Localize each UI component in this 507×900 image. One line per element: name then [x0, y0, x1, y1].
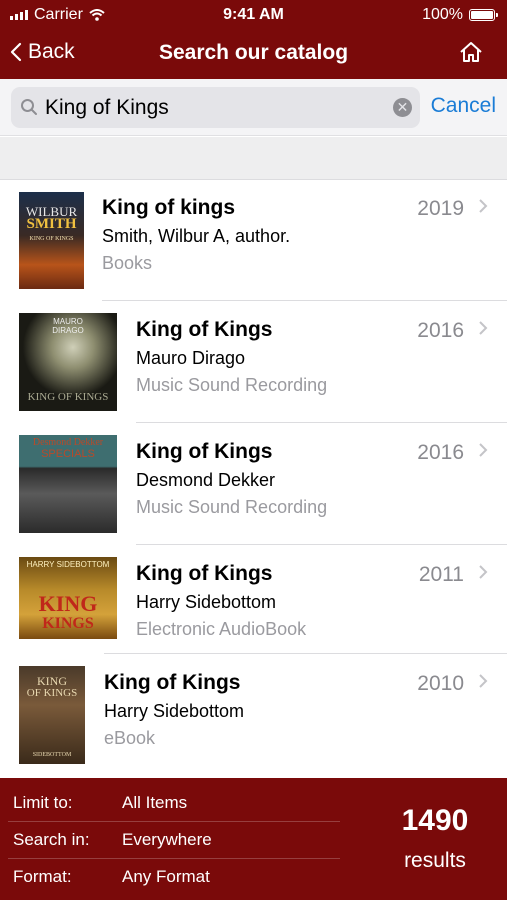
result-author: Mauro Dirago — [136, 348, 246, 368]
result-year: 2016 — [417, 319, 464, 342]
status-bar: Carrier 9:41 AM 100% — [0, 0, 507, 30]
book-cover: WILBUR SMITH KING OF KINGS — [19, 192, 84, 289]
result-title: King of kings — [102, 196, 235, 219]
navigation-bar: Back Search our catalog — [0, 30, 507, 79]
cover-text: HARRY SIDEBOTTOM — [26, 560, 110, 569]
ebook-cover: KING OF KINGS SIDEBOTTOM — [19, 666, 85, 764]
page-title: Search our catalog — [158, 41, 349, 64]
result-year: 2010 — [417, 672, 464, 695]
album-cover: Desmond Dekker SPECIALS — [19, 435, 117, 533]
chevron-right-icon — [479, 199, 488, 213]
filter-label: Search in: — [13, 830, 90, 849]
result-title: King of Kings — [136, 440, 273, 463]
cover-text: SMITH — [26, 216, 77, 232]
battery-icon — [469, 9, 498, 21]
filter-value[interactable]: All Items — [122, 793, 187, 813]
section-spacer — [0, 137, 507, 180]
result-format: Electronic AudioBook — [136, 619, 307, 639]
filter-search-in[interactable]: Search in: Everywhere — [0, 822, 340, 859]
result-format: Music Sound Recording — [136, 497, 328, 517]
filter-value[interactable]: Any Format — [122, 867, 210, 887]
filter-label: Format: — [13, 867, 72, 886]
cover-text: KING OF KINGS — [27, 391, 109, 403]
list-item[interactable]: Desmond Dekker SPECIALS King of Kings De… — [0, 423, 507, 545]
result-author: Harry Sidebottom — [104, 701, 245, 721]
cover-text: DIRAGO — [52, 326, 84, 335]
result-year: 2011 — [418, 563, 464, 586]
cancel-button[interactable]: Cancel — [431, 94, 496, 118]
cover-text: KING — [38, 591, 98, 616]
list-item[interactable]: MAURO DIRAGO KING OF KINGS King of Kings… — [0, 301, 507, 423]
list-item[interactable]: KING OF KINGS SIDEBOTTOM King of Kings H… — [0, 654, 507, 778]
audiobook-cover: HARRY SIDEBOTTOM KING KINGS — [19, 557, 117, 639]
chevron-right-icon — [479, 443, 488, 457]
home-button[interactable] — [459, 41, 483, 68]
cover-text: SIDEBOTTOM — [32, 752, 72, 758]
filter-label: Limit to: — [13, 793, 73, 812]
result-author: Desmond Dekker — [136, 470, 276, 490]
result-format: Music Sound Recording — [136, 375, 328, 395]
result-count: 1490 — [401, 804, 469, 837]
result-author: Harry Sidebottom — [136, 592, 277, 612]
cover-text: MAURO — [53, 317, 83, 326]
search-box: ✕ — [11, 87, 420, 128]
results-list: WILBUR SMITH KING OF KINGS King of kings… — [0, 180, 507, 778]
filter-bar: Limit to: All Items Search in: Everywher… — [0, 778, 507, 900]
filter-limit[interactable]: Limit to: All Items — [0, 785, 340, 822]
result-year: 2019 — [417, 197, 464, 220]
cover-text: SPECIALS — [41, 448, 95, 460]
cover-text: OF KINGS — [26, 687, 78, 699]
album-cover: MAURO DIRAGO KING OF KINGS — [19, 313, 117, 411]
result-title: King of Kings — [104, 671, 241, 694]
cover-text: KINGS — [42, 615, 94, 632]
cover-text: Desmond Dekker — [32, 437, 104, 448]
search-input[interactable] — [45, 87, 385, 128]
chevron-right-icon — [479, 565, 488, 579]
result-count-label: results — [404, 849, 466, 872]
top-bar: Carrier 9:41 AM 100% Back Search our cat… — [0, 0, 507, 79]
search-icon — [21, 99, 37, 115]
filter-value[interactable]: Everywhere — [122, 830, 212, 850]
home-icon — [460, 42, 482, 62]
list-item[interactable]: HARRY SIDEBOTTOM KING KINGS King of King… — [0, 545, 507, 654]
result-title: King of Kings — [136, 562, 273, 585]
search-bar: ✕ Cancel — [0, 79, 507, 136]
battery-percent: 100% — [422, 6, 463, 23]
result-year: 2016 — [417, 441, 464, 464]
filter-format[interactable]: Format: Any Format — [0, 859, 340, 896]
result-format: Books — [102, 253, 153, 273]
result-title: King of Kings — [136, 318, 273, 341]
chevron-right-icon — [479, 321, 488, 335]
clear-icon[interactable]: ✕ — [393, 98, 412, 117]
chevron-right-icon — [479, 674, 488, 688]
result-format: eBook — [104, 728, 156, 748]
list-item[interactable]: WILBUR SMITH KING OF KINGS King of kings… — [0, 180, 507, 301]
cover-text: KING OF KINGS — [29, 236, 74, 242]
result-author: Smith, Wilbur A, author. — [102, 226, 291, 246]
